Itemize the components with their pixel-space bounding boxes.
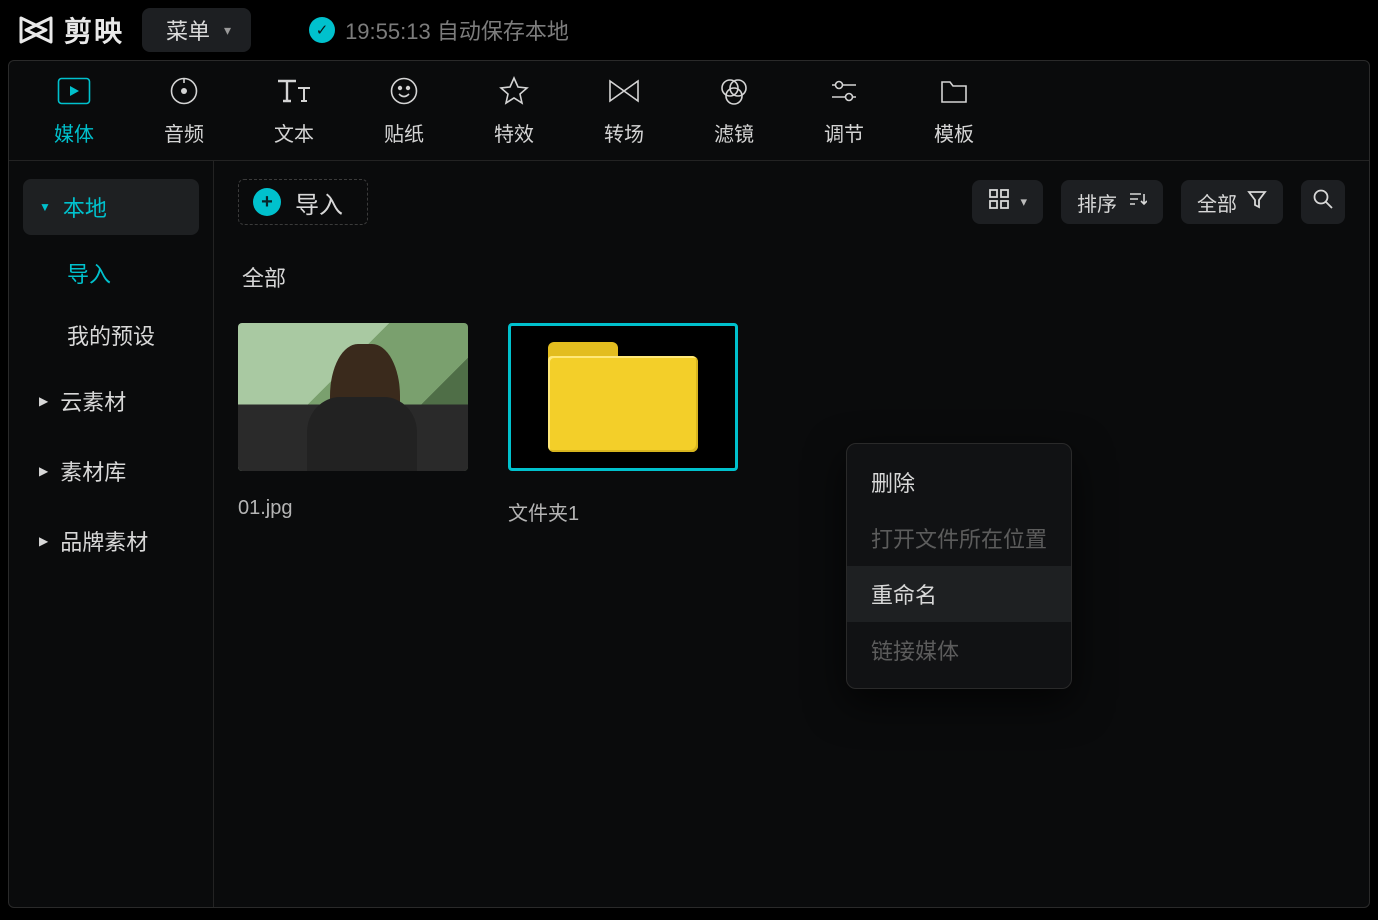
effect-icon bbox=[498, 74, 530, 108]
sidebar-item-label: 品牌素材 bbox=[60, 525, 148, 557]
grid-icon bbox=[988, 188, 1010, 216]
text-icon bbox=[276, 74, 312, 108]
tab-label: 调节 bbox=[824, 118, 864, 147]
section-label: 全部 bbox=[242, 261, 1345, 293]
adjust-icon bbox=[828, 74, 860, 108]
folder-icon bbox=[548, 342, 698, 452]
tab-label: 音频 bbox=[164, 118, 204, 147]
filter-button[interactable]: 全部 bbox=[1181, 180, 1283, 224]
tab-label: 文本 bbox=[274, 118, 314, 147]
main-panel: + 导入 ▾ 排序 bbox=[214, 161, 1369, 907]
folder-thumbnail[interactable] bbox=[508, 323, 738, 471]
sidebar-item-label: 素材库 bbox=[60, 455, 126, 487]
media-thumbnail[interactable] bbox=[238, 323, 468, 471]
tab-label: 特效 bbox=[494, 118, 534, 147]
tab-adjust[interactable]: 调节 bbox=[789, 74, 899, 147]
tab-filter[interactable]: 滤镜 bbox=[679, 74, 789, 147]
triangle-right-icon: ▶ bbox=[39, 534, 48, 548]
sidebar-item-label: 云素材 bbox=[60, 385, 126, 417]
sort-button[interactable]: 排序 bbox=[1061, 180, 1163, 224]
tab-effect[interactable]: 特效 bbox=[459, 74, 569, 147]
audio-icon bbox=[169, 74, 199, 108]
sort-button-label: 排序 bbox=[1077, 188, 1117, 217]
tab-label: 滤镜 bbox=[714, 118, 754, 147]
sidebar: ▼ 本地 导入 我的预设 ▶ 云素材 ▶ 素材库 ▶ 品牌素材 bbox=[9, 161, 214, 907]
sidebar-item-label: 我的预设 bbox=[67, 319, 155, 351]
sidebar-item-brand[interactable]: ▶ 品牌素材 bbox=[23, 513, 199, 569]
tab-text[interactable]: 文本 bbox=[239, 74, 349, 147]
tab-media[interactable]: 媒体 bbox=[19, 74, 129, 147]
app-logo-icon bbox=[18, 12, 54, 48]
autosave-label: 自动保存本地 bbox=[437, 19, 569, 44]
app-logo: 剪映 bbox=[18, 10, 124, 50]
context-menu-item-label: 打开文件所在位置 bbox=[871, 522, 1047, 554]
chevron-down-icon: ▾ bbox=[224, 22, 231, 39]
context-menu-item-label: 链接媒体 bbox=[871, 634, 959, 666]
menu-button[interactable]: 菜单 ▾ bbox=[142, 8, 251, 52]
media-item[interactable]: 文件夹1 bbox=[508, 323, 738, 526]
sticker-icon bbox=[389, 74, 419, 108]
context-menu-delete[interactable]: 删除 bbox=[847, 454, 1071, 510]
plus-icon: + bbox=[253, 188, 281, 216]
search-button[interactable] bbox=[1301, 180, 1345, 224]
search-icon bbox=[1312, 188, 1334, 216]
import-button[interactable]: + 导入 bbox=[238, 179, 368, 225]
sidebar-item-label: 本地 bbox=[63, 191, 107, 223]
context-menu-item-label: 删除 bbox=[871, 466, 915, 498]
view-mode-button[interactable]: ▾ bbox=[972, 180, 1043, 224]
triangle-right-icon: ▶ bbox=[39, 394, 48, 408]
sidebar-item-cloud[interactable]: ▶ 云素材 bbox=[23, 373, 199, 429]
transition-icon bbox=[607, 74, 641, 108]
sidebar-item-label: 导入 bbox=[67, 257, 111, 289]
triangle-right-icon: ▶ bbox=[39, 464, 48, 478]
autosave-status: ✓ 19:55:13 自动保存本地 bbox=[309, 14, 569, 46]
tab-template[interactable]: 模板 bbox=[899, 74, 1009, 147]
sidebar-item-local[interactable]: ▼ 本地 bbox=[23, 179, 199, 235]
sort-icon bbox=[1127, 189, 1147, 215]
check-icon: ✓ bbox=[309, 17, 335, 43]
tab-audio[interactable]: 音频 bbox=[129, 74, 239, 147]
tab-label: 贴纸 bbox=[384, 118, 424, 147]
filter-button-label: 全部 bbox=[1197, 188, 1237, 217]
autosave-time: 19:55:13 bbox=[345, 19, 431, 44]
sidebar-item-my-presets[interactable]: 我的预设 bbox=[23, 311, 199, 359]
context-menu-link-media[interactable]: 链接媒体 bbox=[847, 622, 1071, 678]
app-name: 剪映 bbox=[64, 10, 124, 50]
chevron-down-icon: ▾ bbox=[1020, 194, 1027, 210]
context-menu-rename[interactable]: 重命名 bbox=[847, 566, 1071, 622]
sidebar-item-import[interactable]: 导入 bbox=[23, 249, 199, 297]
media-item[interactable]: 01.jpg bbox=[238, 323, 468, 526]
media-icon bbox=[57, 74, 91, 108]
tab-label: 媒体 bbox=[54, 118, 94, 147]
triangle-down-icon: ▼ bbox=[39, 200, 51, 214]
context-menu: 删除 打开文件所在位置 重命名 链接媒体 bbox=[846, 443, 1072, 689]
tab-transition[interactable]: 转场 bbox=[569, 74, 679, 147]
template-icon bbox=[938, 74, 970, 108]
media-caption: 文件夹1 bbox=[508, 497, 738, 526]
media-caption: 01.jpg bbox=[238, 497, 468, 520]
tab-label: 转场 bbox=[604, 118, 644, 147]
context-menu-open-location[interactable]: 打开文件所在位置 bbox=[847, 510, 1071, 566]
sidebar-item-library[interactable]: ▶ 素材库 bbox=[23, 443, 199, 499]
tab-label: 模板 bbox=[934, 118, 974, 147]
menu-button-label: 菜单 bbox=[166, 14, 210, 46]
category-tabs: 媒体 音频 文本 贴纸 特效 bbox=[9, 61, 1369, 161]
import-button-label: 导入 bbox=[295, 185, 343, 220]
tab-sticker[interactable]: 贴纸 bbox=[349, 74, 459, 147]
context-menu-item-label: 重命名 bbox=[871, 578, 937, 610]
funnel-icon bbox=[1247, 189, 1267, 215]
filter-icon bbox=[718, 74, 750, 108]
